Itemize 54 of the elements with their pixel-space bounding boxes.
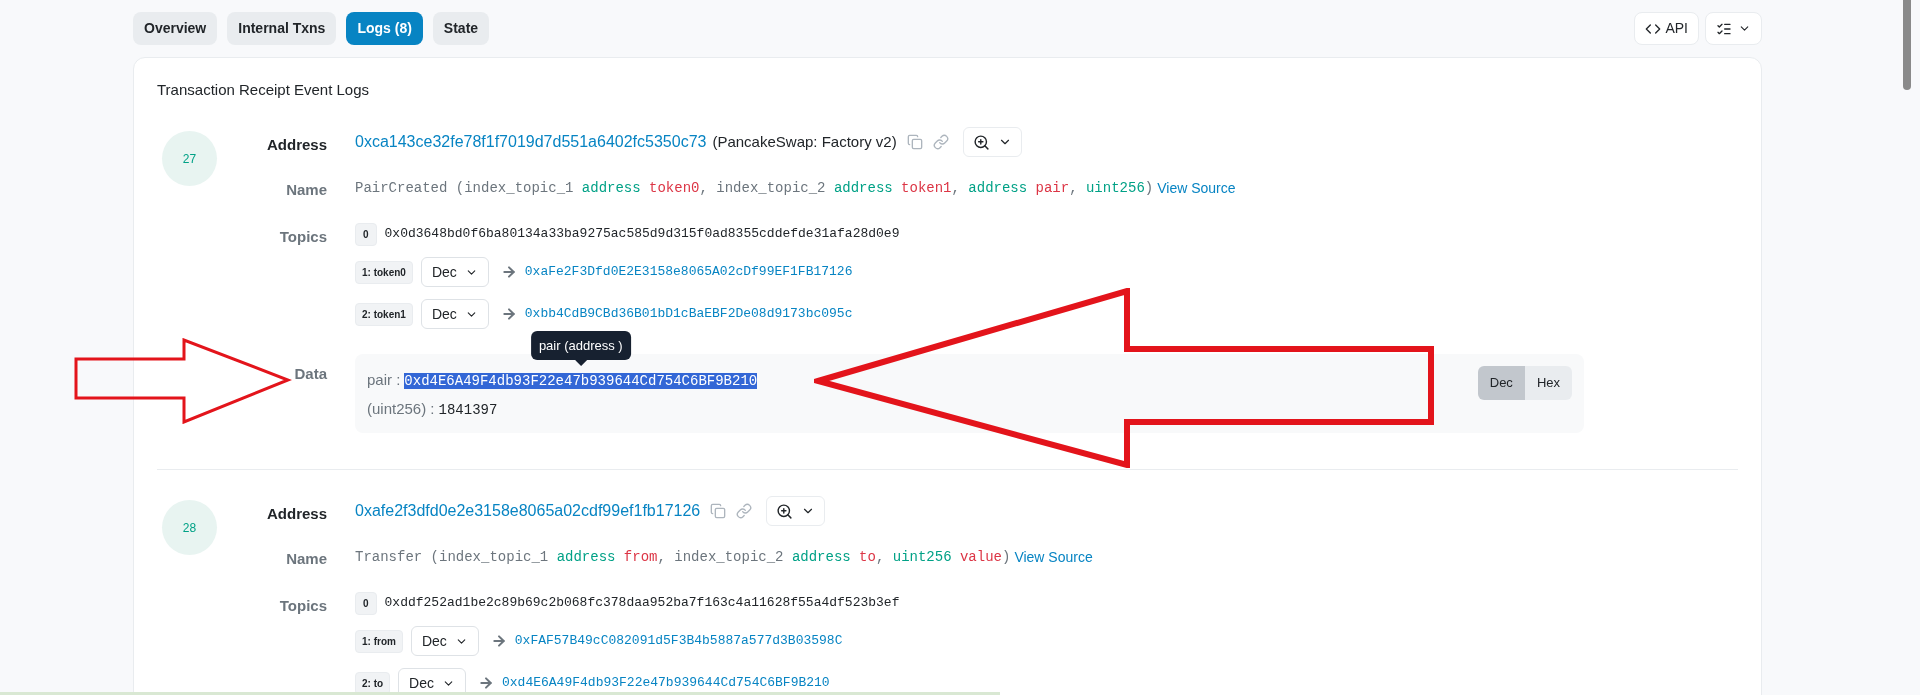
copy-icon[interactable] bbox=[906, 134, 923, 150]
tab[interactable]: Logs (8) bbox=[346, 12, 423, 45]
event-signature: PairCreated (index_topic_1 address token0, index_topic_2 address token1, address pair, uint256) bbox=[355, 179, 1154, 198]
tab[interactable]: State bbox=[432, 12, 490, 45]
topic-address-link[interactable]: 0xaFe2F3Dfd0E2E3158e8065A02cDf99EF1FB17126 bbox=[524, 262, 853, 282]
format-select[interactable]: Dec bbox=[410, 626, 479, 656]
field-label: Data bbox=[294, 365, 327, 382]
topic-address-link[interactable]: 0xd4E6A49F4db93F22e47b939644Cd754C6BF9B210 bbox=[502, 673, 830, 693]
link-icon[interactable] bbox=[932, 134, 949, 150]
tab[interactable]: Overview bbox=[133, 12, 218, 45]
format-toggle-button[interactable]: Hex bbox=[1524, 366, 1572, 400]
field-label: Name bbox=[286, 181, 327, 198]
zoom-in-icon bbox=[776, 502, 794, 520]
copy-icon[interactable] bbox=[710, 503, 727, 519]
topic-index-badge: 2: to bbox=[355, 671, 391, 695]
tooltip: pair (address ) bbox=[530, 330, 631, 360]
zoom-in-icon bbox=[972, 133, 990, 151]
tooltip-pointer bbox=[574, 360, 587, 366]
view-source-link[interactable]: View Source bbox=[1014, 547, 1093, 568]
topic-index-badge: 1: from bbox=[355, 629, 403, 653]
topic-hash: 0x0d3648bd0f6ba80134a33ba9275ac585d9d315f0ad8355cddefde31afa28d0e9 bbox=[384, 225, 900, 244]
format-select[interactable]: Dec bbox=[420, 299, 489, 329]
link-icon[interactable] bbox=[736, 503, 753, 519]
data-value: 0xd4E6A49F4db93F22e47b939644Cd754C6BF9B210 bbox=[404, 373, 758, 389]
address-link[interactable]: 0xafe2f3dfd0e2e3158e8065a02cdf99ef1fb17126 bbox=[355, 499, 701, 523]
topic-hash: 0xddf252ad1be2c89b69c2b068fc378daa952ba7f163c4a11628f55a4df523b3ef bbox=[384, 594, 900, 613]
data-label: (uint256) : bbox=[367, 398, 435, 419]
field-label: Address bbox=[266, 505, 327, 522]
topic-address-link[interactable]: 0xbb4CdB9CBd36B01bD1cBaEBF2De08d9173bc095c bbox=[524, 304, 853, 324]
format-toggle-button[interactable]: Dec bbox=[1477, 366, 1525, 400]
address-link[interactable]: 0xca143ce32fe78f1f7019d7d551a6402fc5350c73 bbox=[355, 130, 707, 154]
topic-index-badge: 2: token1 bbox=[355, 302, 413, 326]
format-select[interactable]: Dec bbox=[420, 257, 489, 287]
field-label: Address bbox=[266, 136, 327, 153]
topic-index-badge: 0 bbox=[355, 591, 377, 615]
field-label: Topics bbox=[279, 597, 327, 614]
view-source-link[interactable]: View Source bbox=[1157, 178, 1236, 199]
data-label: pair : bbox=[367, 369, 401, 390]
topic-address-link[interactable]: 0xFAF57B49cC082091d5F3B4b5887a577d3B03598C bbox=[514, 631, 843, 651]
log-index-badge: 27 bbox=[162, 131, 217, 186]
event-signature: Transfer (index_topic_1 address from, index_topic_2 address to, uint256 value) bbox=[355, 548, 1011, 567]
api-button[interactable]: API bbox=[1634, 12, 1699, 45]
address-tag: (PancakeSwap: Factory v2) bbox=[712, 130, 897, 154]
zoom-dropdown-button[interactable] bbox=[962, 127, 1022, 157]
card-title: Transaction Receipt Event Logs bbox=[157, 81, 370, 98]
topic-index-badge: 0 bbox=[355, 222, 377, 246]
log-index-badge: 28 bbox=[162, 500, 217, 555]
data-value: 1841397 bbox=[438, 402, 498, 418]
field-label: Name bbox=[286, 550, 327, 567]
topic-index-badge: 1: token0 bbox=[355, 260, 413, 284]
field-label: Topics bbox=[279, 228, 327, 245]
tab[interactable]: Internal Txns bbox=[227, 12, 337, 45]
options-dropdown-button[interactable] bbox=[1705, 12, 1762, 45]
zoom-dropdown-button[interactable] bbox=[766, 496, 826, 526]
